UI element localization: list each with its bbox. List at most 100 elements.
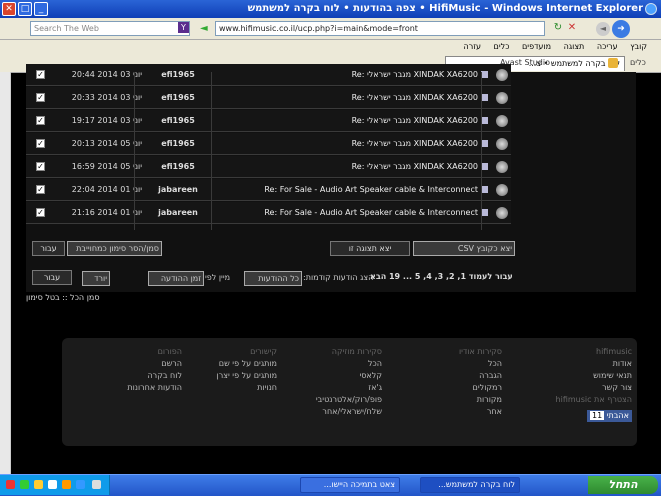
footer-link[interactable]: חנויות [182,382,277,394]
go-arrow-icon[interactable]: ◄ [200,23,214,35]
message-row[interactable]: ✓ 21:16 2014 יוני 01 jabareen Re: For Sale … [26,202,511,224]
footer-link[interactable]: אחר [402,406,502,418]
row-user[interactable]: efi1965 [138,116,218,125]
sort-go-button[interactable]: עבור [32,270,72,285]
row-checkbox[interactable]: ✓ [36,70,45,79]
row-checkbox[interactable]: ✓ [36,162,45,171]
row-user[interactable]: efi1965 [138,162,218,171]
footer-link[interactable]: הגברה [402,370,502,382]
taskbar-item-ie[interactable]: לוח בקרה למשתמש... [420,477,520,493]
start-button[interactable]: התחל [588,476,658,494]
facebook-like-button[interactable]: אהבתי 11 [587,410,632,422]
menu-item-favorites[interactable]: מועדפים [522,42,551,51]
row-subject[interactable]: Re: מגבר ישראלי XINDAK XA6200 [226,93,478,102]
back-icon[interactable]: ➜ [612,20,630,38]
footer-link[interactable]: מותגים על פי שם [182,358,277,370]
message-row[interactable]: ✓ 20:44 2014 יוני 03 efi1965 Re: מגבר ישראל… [26,64,511,86]
row-user[interactable]: jabareen [138,208,218,217]
row-checkbox[interactable]: ✓ [36,93,45,102]
tray-icon[interactable] [34,480,43,489]
message-row[interactable]: ✓ 20:13 2014 יוני 05 efi1965 Re: מגבר ישראל… [26,133,511,155]
row-checkbox[interactable]: ✓ [36,185,45,194]
stop-icon[interactable]: ✕ [565,22,579,36]
footer-link[interactable]: הצטרף את hifimusic [532,394,632,406]
row-user[interactable]: jabareen [138,185,218,194]
footer-link[interactable]: שלח/ישראלי/אחר [282,406,382,418]
row-checkbox[interactable]: ✓ [36,208,45,217]
row-subject[interactable]: Re: מגבר ישראלי XINDAK XA6200 [226,70,478,79]
menu-item-edit[interactable]: עריכה [597,42,618,51]
footer-link[interactable]: מותגים על פי יצרן [182,370,277,382]
footer-link[interactable]: הודעות אחרונות [102,382,182,394]
footer-col-audio: סקירות אודיו הכל הגברה רמקולים מקורות אח… [402,346,502,418]
url-field[interactable]: www.hifimusic.co.il/ucp.php?i=main&mode=… [215,21,545,36]
footer-link[interactable]: ג'אז [282,382,382,394]
footer-link[interactable]: הכל [402,358,502,370]
window-controls: ✕ □ _ [2,2,48,16]
mark-select[interactable]: סמן/הסר סימון כמחוייבת [67,241,162,256]
tray-icon[interactable] [6,480,15,489]
footer-link[interactable]: הרשם [102,358,182,370]
tray-icon[interactable] [92,480,101,489]
search-input[interactable]: Search The Web [30,21,190,36]
minimize-icon[interactable]: _ [34,2,48,16]
message-row[interactable]: ✓ 16:59 2014 יוני 05 efi1965 Re: מגבר ישראל… [26,156,511,178]
star-icon[interactable] [608,58,618,68]
export-select[interactable]: יצא כקובץ CSV [413,241,515,256]
topic-icon [481,209,488,216]
tray-icon[interactable] [62,480,71,489]
menu-item-tools[interactable]: כלים [494,42,510,51]
address-bar: Search The Web Y ◄ ✕ ↻ www.hifimusic.co.… [0,18,661,40]
row-subject[interactable]: Re: מגבר ישראלי XINDAK XA6200 [226,139,478,148]
yahoo-icon[interactable]: Y [178,22,189,33]
tools-label[interactable]: כלים [630,58,646,67]
row-subject[interactable]: Re: מגבר ישראלי XINDAK XA6200 [226,116,478,125]
row-user[interactable]: efi1965 [138,139,218,148]
export-button[interactable]: יצא תצוגה זו [330,241,410,256]
maximize-icon[interactable]: □ [18,2,32,16]
tray-icon[interactable] [48,480,57,489]
order-select[interactable]: יורד [82,271,110,286]
scrollbar[interactable] [0,72,11,474]
footer-col-title: סקירות אודיו [458,347,502,356]
menu-item-file[interactable]: קובץ [630,42,647,51]
row-subject[interactable]: Re: מגבר ישראלי XINDAK XA6200 [226,162,478,171]
tray-icon[interactable] [76,480,85,489]
pagination[interactable]: עבור לעמוד 1, 2, 3, 4, 5 ... 19 הבא [370,272,513,281]
display-select[interactable]: כל ההודעות [244,271,302,286]
row-subject[interactable]: Re: For Sale - Audio Art Speaker cable &… [226,185,478,194]
row-user[interactable]: efi1965 [138,70,218,79]
footer-link[interactable]: צור קשר [532,382,632,394]
mark-all-link[interactable]: סמן הכל :: בטל סימון [26,293,100,302]
footer-link[interactable]: מקורות [402,394,502,406]
row-checkbox[interactable]: ✓ [36,139,45,148]
sort-label: מיין לפי [205,273,231,282]
menu-item-view[interactable]: תצוגה [564,42,585,51]
footer-link[interactable]: לוח בקרה [102,370,182,382]
menu-item-help[interactable]: עזרה [463,42,481,51]
message-row[interactable]: ✓ 22:04 2014 יוני 01 jabareen Re: For Sale … [26,179,511,201]
sort-select[interactable]: זמן ההודעה [148,271,204,286]
footer-link[interactable]: תנאי שימוש [532,370,632,382]
row-subject[interactable]: Re: For Sale - Audio Art Speaker cable &… [226,208,478,217]
footer-link[interactable]: פופ/רוק/אלטרנטיבי [282,394,382,406]
column-divider [481,72,482,230]
go-button[interactable]: עבור [32,241,65,256]
tray-icon[interactable] [20,480,29,489]
forward-icon[interactable]: ◄ [596,22,610,36]
footer-col-links: קישורים מותגים על פי שם מותגים על פי יצר… [182,346,277,394]
footer-link[interactable]: רמקולים [402,382,502,394]
message-row[interactable]: ✓ 19:17 2014 יוני 03 efi1965 Re: מגבר ישראל… [26,110,511,132]
row-date: 20:44 2014 יוני 03 [71,70,142,79]
status-dot-icon [496,92,508,104]
close-icon[interactable]: ✕ [2,2,16,16]
row-checkbox[interactable]: ✓ [36,116,45,125]
row-user[interactable]: efi1965 [138,93,218,102]
footer-link[interactable]: קלאסי [282,370,382,382]
message-row[interactable]: ✓ 20:33 2014 יוני 03 efi1965 Re: מגבר ישראל… [26,87,511,109]
topic-icon [481,140,488,147]
footer-link[interactable]: הכל [282,358,382,370]
taskbar-item-chat[interactable]: צאט בתמיכה היישו... [300,477,400,493]
footer-link[interactable]: אודות [532,358,632,370]
refresh-icon[interactable]: ↻ [551,22,565,36]
